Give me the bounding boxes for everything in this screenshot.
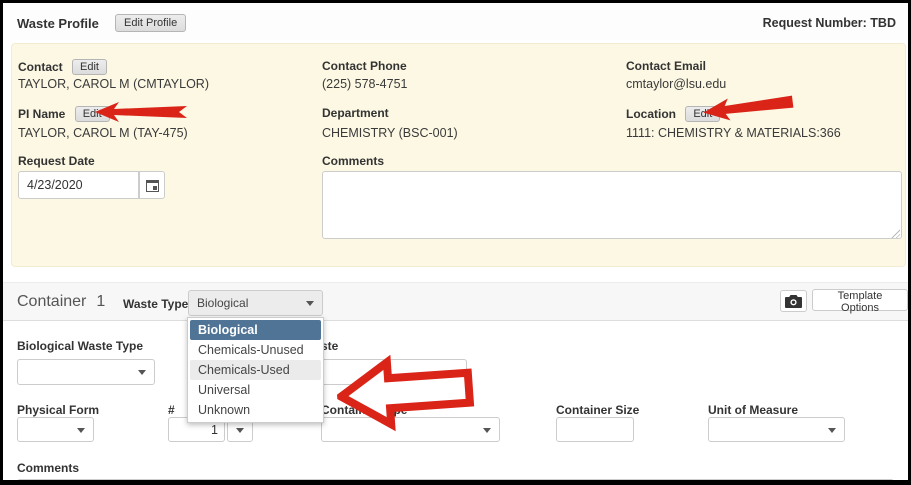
request-number: Request Number: TBD bbox=[763, 16, 896, 30]
container-size-input[interactable] bbox=[556, 417, 634, 442]
pi-name-value: TAYLOR, CAROL M (TAY-475) bbox=[18, 126, 188, 140]
request-number-label: Request Number: bbox=[763, 16, 867, 30]
request-date-label: Request Date bbox=[18, 154, 95, 168]
chevron-down-icon bbox=[828, 428, 836, 433]
camera-icon bbox=[785, 295, 802, 308]
pi-name-label: PI Name bbox=[18, 107, 65, 121]
department-value: CHEMISTRY (BSC-001) bbox=[322, 126, 458, 140]
container-comments-textarea[interactable] bbox=[17, 479, 894, 485]
department-label: Department bbox=[322, 106, 389, 120]
dropdown-option-universal[interactable]: Universal bbox=[190, 380, 321, 400]
template-options-button[interactable]: Template Options bbox=[812, 289, 908, 311]
profile-comments-label: Comments bbox=[322, 154, 384, 168]
container-header: Container1 Waste Type Biological Templat… bbox=[3, 282, 908, 321]
camera-button[interactable] bbox=[780, 290, 807, 312]
container-number: 1 bbox=[96, 293, 105, 310]
location-label: Location bbox=[626, 107, 676, 121]
request-number-value: TBD bbox=[870, 16, 896, 30]
chevron-down-icon bbox=[306, 301, 314, 306]
contact-email-value: cmtaylor@lsu.edu bbox=[626, 77, 726, 91]
waste-type-selected-value: Biological bbox=[197, 296, 248, 310]
location-edit-button[interactable]: Edit bbox=[685, 106, 720, 122]
waste-type-label: Waste Type bbox=[123, 297, 188, 311]
container-size-label: Container Size bbox=[556, 403, 639, 417]
request-date-input[interactable] bbox=[18, 171, 139, 199]
container-type-select[interactable] bbox=[321, 417, 500, 442]
unit-of-measure-label: Unit of Measure bbox=[708, 403, 798, 417]
dropdown-option-chemicals-used[interactable]: Chemicals-Used bbox=[190, 360, 321, 380]
calendar-icon bbox=[146, 180, 159, 192]
biological-waste-type-label: Biological Waste Type bbox=[17, 339, 143, 353]
physical-form-label: Physical Form bbox=[17, 403, 99, 417]
dropdown-option-biological[interactable]: Biological bbox=[190, 320, 321, 340]
dropdown-option-chemicals-unused[interactable]: Chemicals-Unused bbox=[190, 340, 321, 360]
pi-name-edit-button[interactable]: Edit bbox=[75, 106, 110, 122]
physical-form-select[interactable] bbox=[17, 417, 94, 442]
edit-profile-button[interactable]: Edit Profile bbox=[115, 14, 186, 32]
waste-type-select[interactable]: Biological bbox=[188, 290, 323, 316]
biological-waste-type-select[interactable] bbox=[17, 359, 155, 385]
container-title: Container1 bbox=[17, 293, 105, 311]
page-title: Waste Profile bbox=[17, 16, 99, 31]
contact-label: Contact bbox=[18, 60, 63, 74]
dropdown-option-unknown[interactable]: Unknown bbox=[190, 400, 321, 420]
num-containers-label-fragment: # bbox=[168, 403, 175, 417]
container-type-label: Container Type bbox=[321, 403, 407, 417]
waste-type-dropdown-popup: Biological Chemicals-Unused Chemicals-Us… bbox=[187, 317, 324, 423]
chevron-down-icon bbox=[483, 428, 491, 433]
contact-edit-button[interactable]: Edit bbox=[72, 59, 107, 75]
contact-value: TAYLOR, CAROL M (CMTAYLOR) bbox=[18, 77, 209, 91]
chevron-down-icon bbox=[236, 428, 244, 433]
location-value: 1111: CHEMISTRY & MATERIALS:366 bbox=[626, 126, 841, 140]
chevron-down-icon bbox=[138, 370, 146, 375]
top-bar: Waste Profile Edit Profile Request Numbe… bbox=[3, 3, 908, 40]
contact-email-label: Contact Email bbox=[626, 59, 706, 73]
date-picker-button[interactable] bbox=[139, 171, 165, 199]
contact-phone-label: Contact Phone bbox=[322, 59, 407, 73]
chevron-down-icon bbox=[77, 428, 85, 433]
contact-phone-value: (225) 578-4751 bbox=[322, 77, 407, 91]
profile-comments-textarea[interactable] bbox=[322, 171, 902, 239]
unit-of-measure-select[interactable] bbox=[708, 417, 845, 442]
profile-panel: Contact Edit TAYLOR, CAROL M (CMTAYLOR) … bbox=[11, 43, 906, 267]
middle-field-input[interactable] bbox=[321, 359, 467, 385]
container-comments-label: Comments bbox=[17, 461, 79, 475]
waste-profile-page: Waste Profile Edit Profile Request Numbe… bbox=[0, 0, 911, 485]
